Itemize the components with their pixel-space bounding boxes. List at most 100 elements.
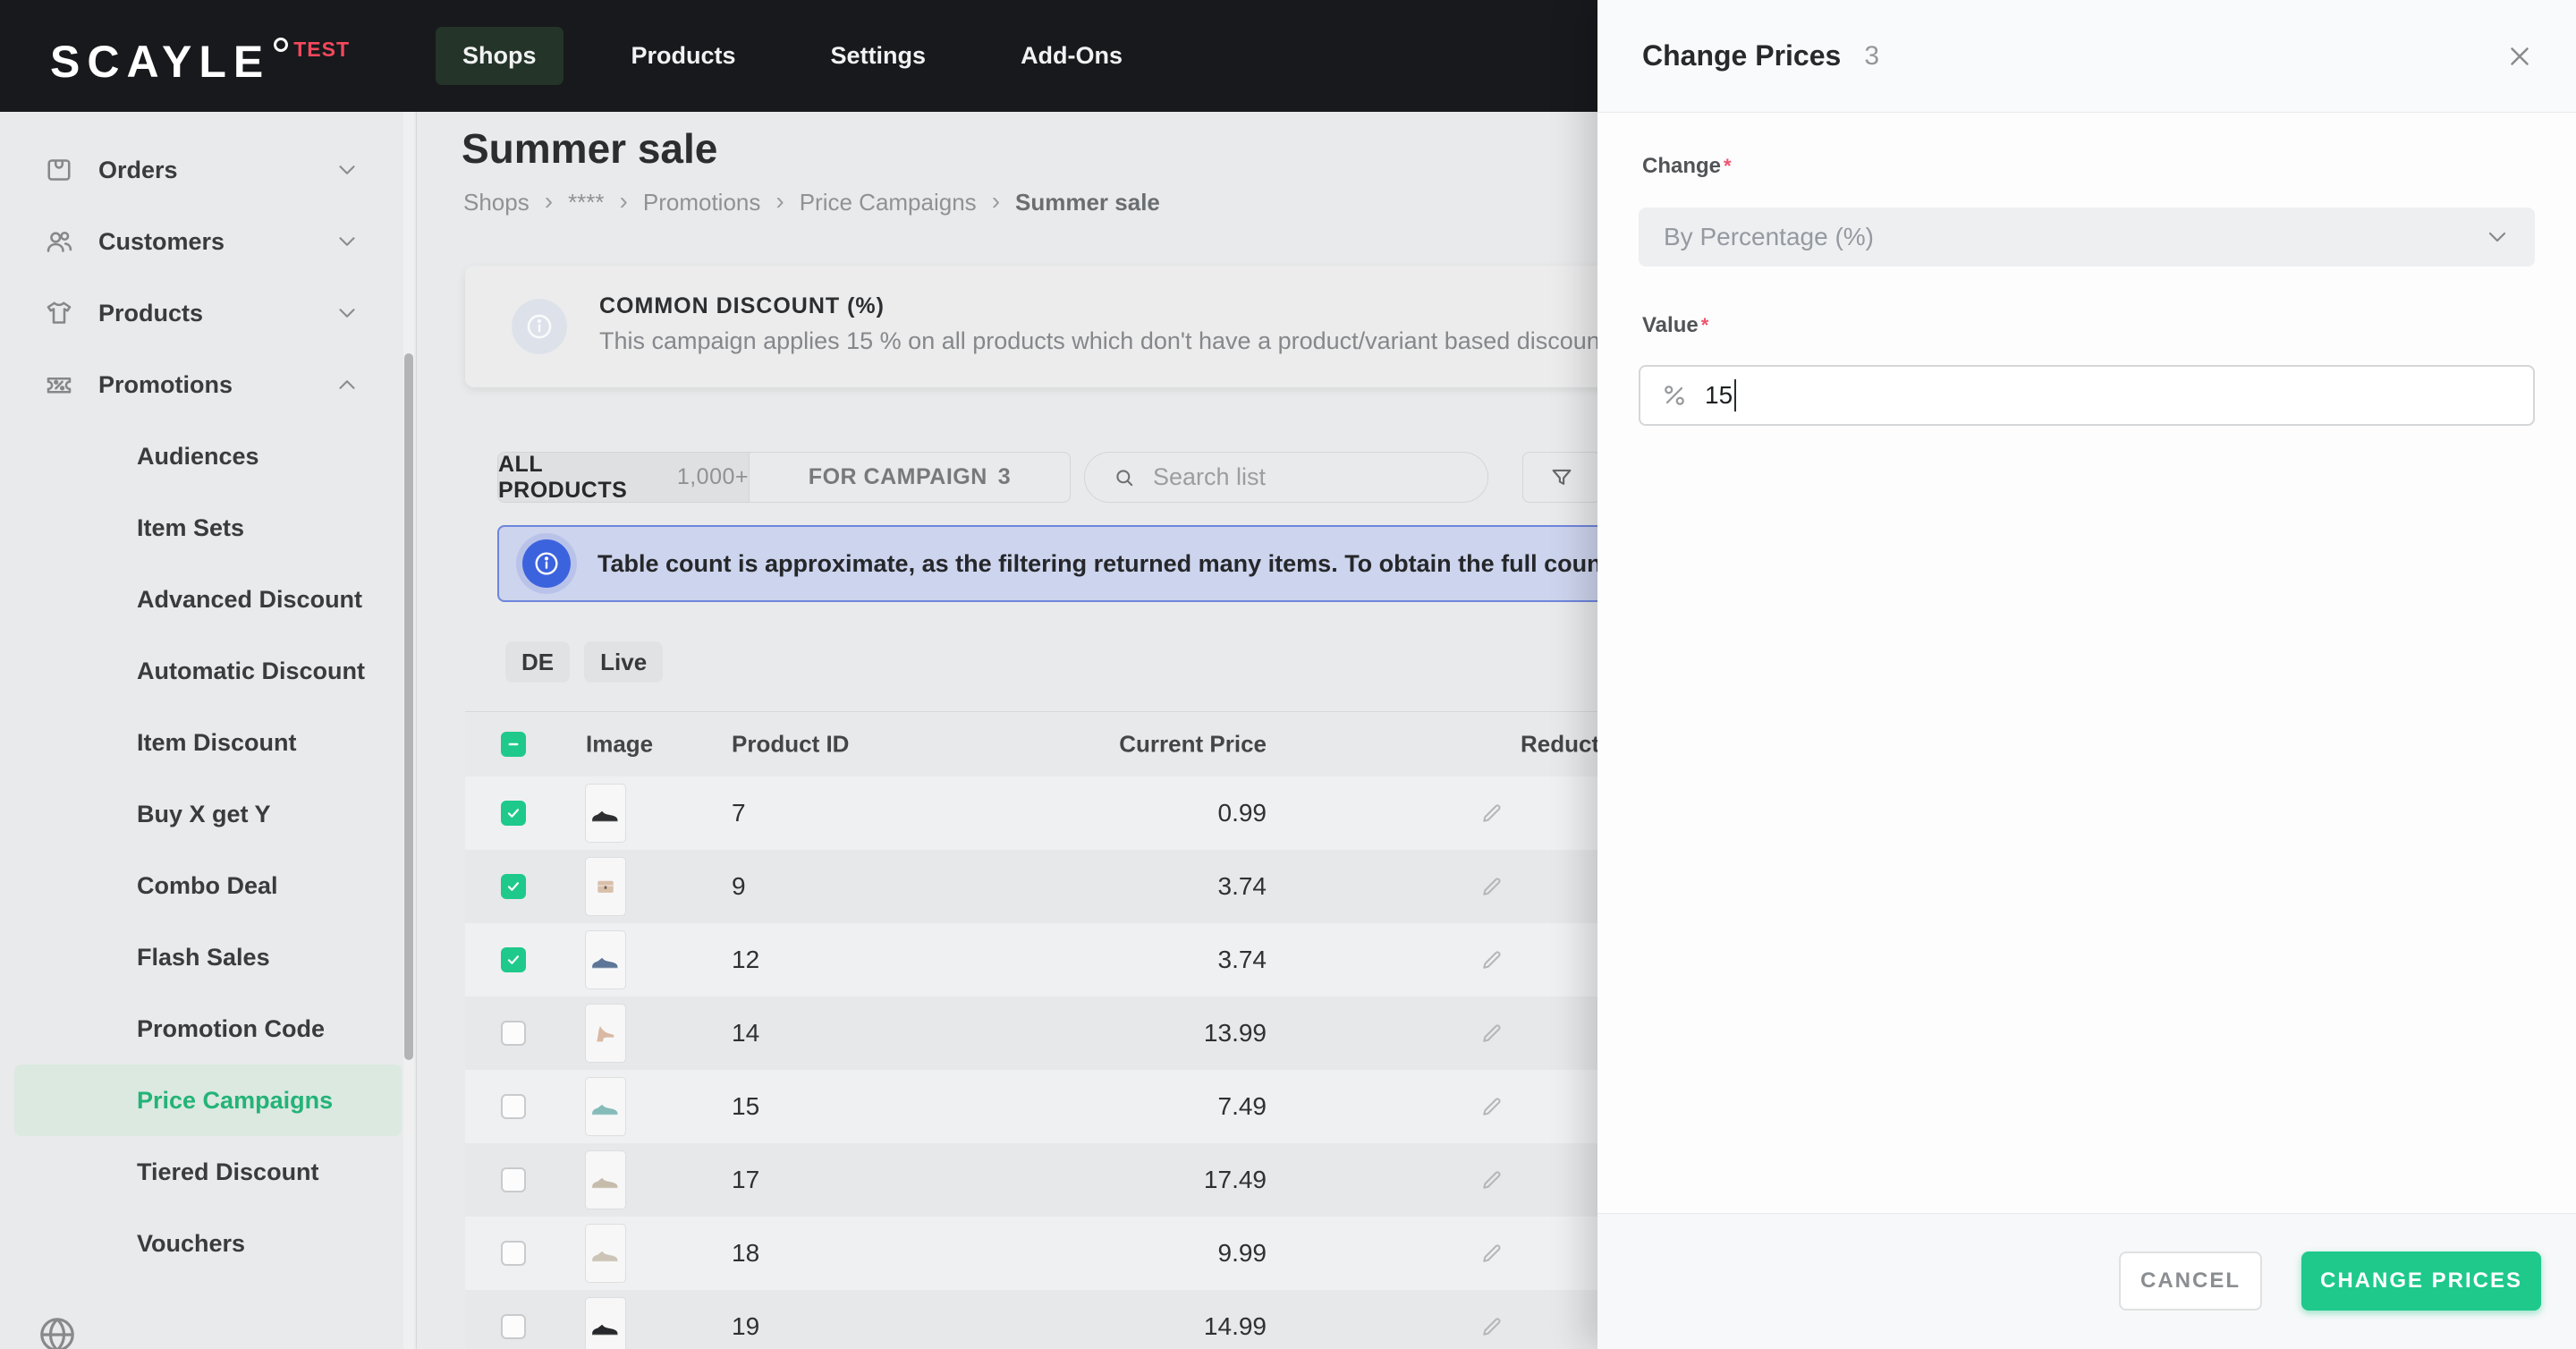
chip-live[interactable]: Live — [584, 641, 664, 683]
sidebar-section-promotions[interactable]: Promotions — [0, 349, 416, 420]
sidebar-item-vouchers[interactable]: Vouchers — [14, 1208, 402, 1279]
chevron-down-icon — [334, 157, 360, 183]
edit-price-button[interactable] — [1472, 1160, 1512, 1200]
top-nav-shops[interactable]: Shops — [436, 27, 564, 85]
sidebar-item-price-campaigns[interactable]: Price Campaigns — [14, 1065, 402, 1136]
close-icon[interactable] — [2504, 41, 2535, 72]
current-price-cell: 7.49 — [1217, 1092, 1267, 1120]
campaign-card-description: This campaign applies 15 % on all produc… — [599, 327, 1607, 354]
edit-price-button[interactable] — [1472, 867, 1512, 906]
edit-price-button[interactable] — [1472, 793, 1512, 833]
table-row: 12 3.74 — [465, 923, 1744, 997]
edit-price-button[interactable] — [1472, 940, 1512, 980]
chevron-up-icon — [334, 371, 360, 398]
product-id-cell: 7 — [732, 799, 746, 827]
row-checkbox[interactable] — [501, 1241, 526, 1266]
top-nav-settings[interactable]: Settings — [804, 27, 953, 85]
sidebar-section-orders[interactable]: Orders — [0, 134, 416, 206]
sidebar-item-item-discount[interactable]: Item Discount — [14, 707, 402, 778]
products-icon — [43, 297, 75, 329]
sidebar-item-flash-sales[interactable]: Flash Sales — [14, 921, 402, 993]
product-photo — [585, 857, 626, 916]
breadcrumb-separator-icon: › — [544, 187, 554, 215]
table-row: 7 0.99 — [465, 776, 1744, 850]
tab-all-products[interactable]: ALL PRODUCTS 1,000+ — [498, 453, 750, 502]
sidebar-section-customers[interactable]: Customers — [0, 206, 416, 277]
top-nav: Shops Products Settings Add-Ons — [436, 27, 1149, 85]
row-checkbox[interactable] — [501, 1314, 526, 1339]
row-checkbox[interactable] — [501, 1021, 526, 1046]
table-row: 18 9.99 — [465, 1217, 1744, 1290]
search-icon — [1116, 469, 1133, 486]
sidebar-item-promotion-code[interactable]: Promotion Code — [14, 993, 402, 1065]
row-checkbox[interactable] — [501, 874, 526, 899]
page-title: Summer sale — [462, 125, 718, 172]
product-id-cell: 17 — [732, 1166, 760, 1193]
tab-for-campaign[interactable]: FOR CAMPAIGN 3 — [750, 453, 1070, 502]
customers-icon — [43, 225, 75, 258]
edit-price-button[interactable] — [1472, 1234, 1512, 1273]
row-checkbox[interactable] — [501, 947, 526, 972]
campaign-info-card: COMMON DISCOUNT (%) This campaign applie… — [465, 266, 1660, 387]
product-photo — [585, 1224, 626, 1283]
value-input-field[interactable]: 15 — [1639, 365, 2535, 426]
sidebar-scrollbar[interactable] — [403, 112, 414, 1349]
column-header-image: Image — [586, 730, 654, 758]
percent-icon — [1660, 381, 1689, 410]
text-cursor — [1734, 379, 1737, 411]
breadcrumb-separator-icon: › — [619, 187, 628, 215]
breadcrumb-item-summer-sale[interactable]: Summer sale — [1015, 189, 1160, 216]
breadcrumb-item-promotions[interactable]: Promotions — [643, 189, 761, 216]
select-all-checkbox[interactable] — [501, 732, 526, 757]
sidebar-item-tiered-discount[interactable]: Tiered Discount — [14, 1136, 402, 1208]
chevron-down-icon — [2483, 223, 2512, 251]
cancel-button[interactable]: CANCEL — [2119, 1251, 2262, 1311]
edit-price-button[interactable] — [1472, 1307, 1512, 1346]
current-price-cell: 3.74 — [1217, 872, 1267, 900]
breadcrumb-item-price-campaigns[interactable]: Price Campaigns — [800, 189, 977, 216]
column-header-current-price: Current Price — [1119, 730, 1267, 758]
promotions-icon — [43, 369, 75, 401]
chip-de[interactable]: DE — [505, 641, 571, 683]
info-icon — [522, 539, 571, 588]
notice-text: Table count is approximate, as the filte… — [597, 549, 1736, 577]
top-nav-products[interactable]: Products — [605, 27, 763, 85]
product-id-cell: 15 — [732, 1092, 760, 1120]
current-price-cell: 13.99 — [1203, 1019, 1267, 1047]
product-photo — [585, 1077, 626, 1136]
sidebar-item-combo-deal[interactable]: Combo Deal — [14, 850, 402, 921]
edit-price-button[interactable] — [1472, 1087, 1512, 1126]
sidebar-item-advanced-discount[interactable]: Advanced Discount — [14, 564, 402, 635]
shop-context-chips: DE Live — [505, 641, 664, 683]
globe-icon[interactable] — [36, 1313, 79, 1349]
change-prices-button[interactable]: CHANGE PRICES — [2301, 1251, 2541, 1311]
row-checkbox[interactable] — [501, 1167, 526, 1192]
sidebar-section-products[interactable]: Products — [0, 277, 416, 349]
search-field[interactable] — [1084, 452, 1488, 503]
chevron-down-icon — [334, 300, 360, 327]
table-row: 9 3.74 — [465, 850, 1744, 923]
table-row: 19 14.99 — [465, 1290, 1744, 1349]
filter-button[interactable] — [1522, 452, 1601, 503]
table-row: 15 7.49 — [465, 1070, 1744, 1143]
row-checkbox[interactable] — [501, 1094, 526, 1119]
row-checkbox[interactable] — [501, 801, 526, 826]
products-table: Image Product ID Current Price Reduction… — [465, 711, 1744, 1349]
product-id-cell: 12 — [732, 946, 760, 973]
scayle-logo[interactable]: SCAYLE TEST — [50, 29, 350, 84]
sidebar-item-item-sets[interactable]: Item Sets — [14, 492, 402, 564]
edit-price-button[interactable] — [1472, 1014, 1512, 1053]
search-input[interactable] — [1153, 463, 1457, 491]
change-select[interactable]: By Percentage (%) — [1639, 208, 2535, 267]
sidebar-item-automatic-discount[interactable]: Automatic Discount — [14, 635, 402, 707]
drawer-header: Change Prices 3 — [1597, 0, 2576, 113]
sidebar-item-audiences[interactable]: Audiences — [14, 420, 402, 492]
breadcrumb-item-shops[interactable]: Shops — [463, 189, 530, 216]
sidebar-scrollbar-thumb[interactable] — [404, 353, 413, 1060]
top-nav-add-ons[interactable]: Add-Ons — [994, 27, 1149, 85]
breadcrumb-item-[interactable]: **** — [568, 189, 604, 216]
sidebar-section-label: Products — [98, 299, 204, 327]
table-header-row: Image Product ID Current Price Reduction — [465, 712, 1744, 776]
sidebar-item-buy-x-get-y[interactable]: Buy X get Y — [14, 778, 402, 850]
drawer-title: Change Prices — [1642, 39, 1842, 72]
